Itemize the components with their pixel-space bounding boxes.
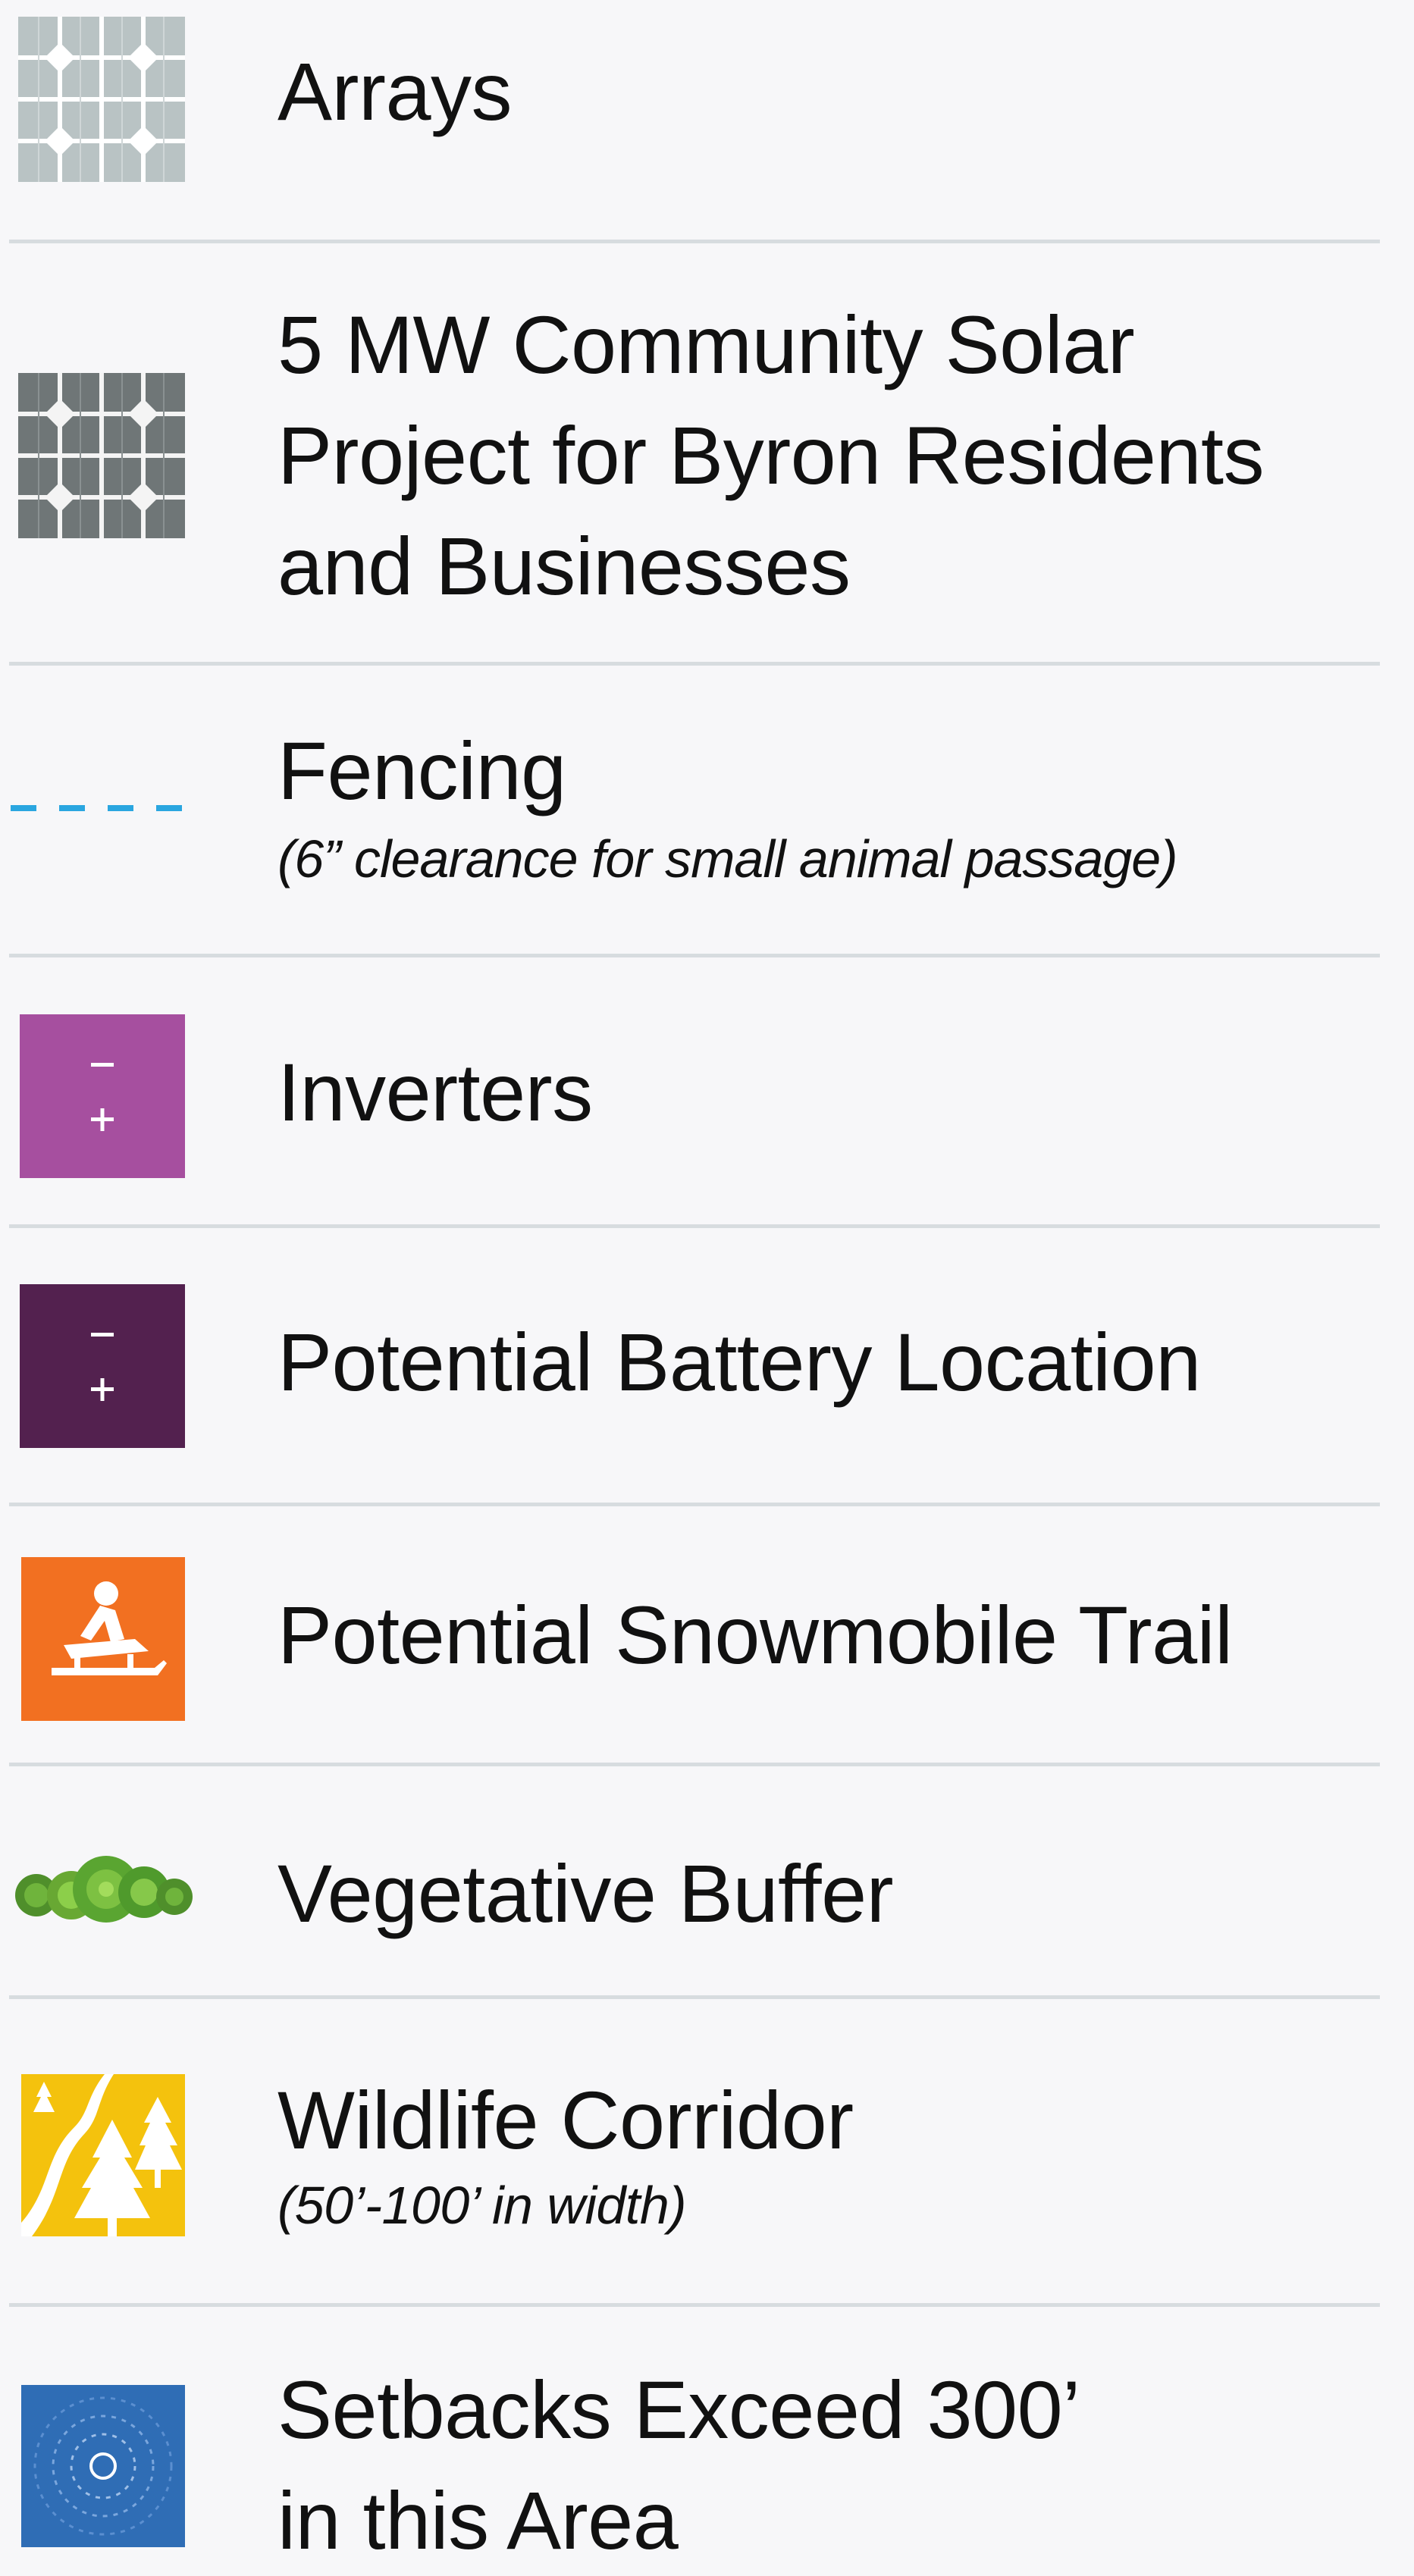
solar-panel-light-icon [18,17,185,182]
dashed-line-icon [11,804,193,813]
legend-label: Fencing [277,725,566,816]
legend-label-line-2: Project for Byron Residents [277,409,1265,501]
shrubs-icon [11,1850,193,1933]
divider [9,1995,1380,1999]
setback-radius-icon [21,2385,185,2547]
legend-label-line-3: and Businesses [277,520,851,612]
legend-label: Arrays [277,45,513,137]
snowmobile-icon [21,1557,185,1721]
battery-icon [20,1284,185,1448]
legend-label-line-2: in this Area [277,2474,679,2566]
legend-sublabel: (6” clearance for small animal passage) [277,829,1178,888]
legend-label: Inverters [277,1046,593,1138]
legend-sublabel: (50’-100’ in width) [277,2176,687,2235]
divider [9,240,1380,243]
divider [9,1224,1380,1228]
divider [9,1763,1380,1766]
legend-label-line-1: 5 MW Community Solar [277,299,1135,390]
legend-label: Wildlife Corridor [277,2074,854,2166]
divider [9,662,1380,666]
legend-label: Potential Snowmobile Trail [277,1589,1233,1681]
divider [9,954,1380,957]
divider [9,1503,1380,1506]
inverter-icon [20,1014,185,1178]
trees-path-icon [21,2074,185,2236]
legend-label: Potential Battery Location [277,1316,1201,1408]
divider [9,2303,1380,2307]
legend-label-line-1: Setbacks Exceed 300’ [277,2364,1080,2455]
legend-label: Vegetative Buffer [277,1847,894,1939]
solar-panel-dark-icon [18,373,185,538]
